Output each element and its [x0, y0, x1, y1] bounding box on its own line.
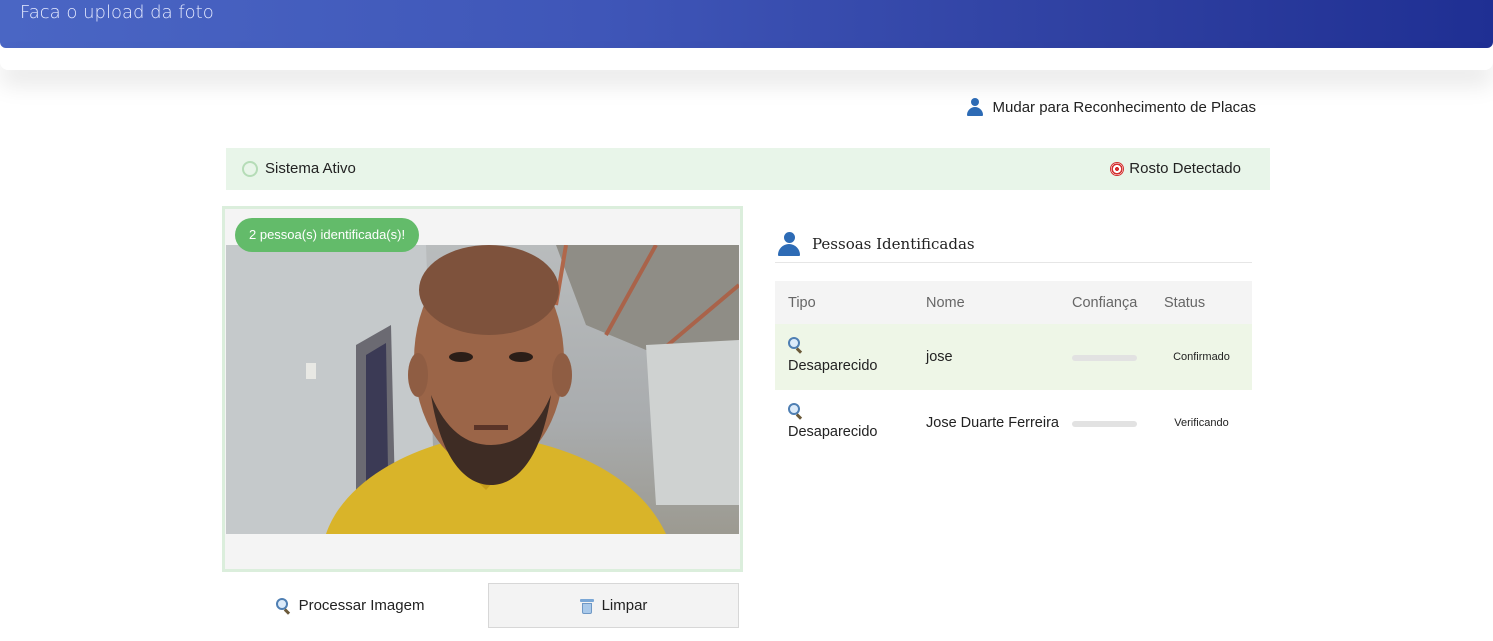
search-icon: [275, 598, 291, 615]
person-icon: [966, 98, 984, 116]
confidence-bar: [1072, 355, 1137, 361]
process-image-button[interactable]: Processar Imagem: [226, 584, 474, 627]
detection-status-label: Rosto Detectado: [1129, 160, 1241, 177]
system-status-bar: Sistema Ativo Rosto Detectado: [226, 148, 1270, 190]
column-header-tipo: Tipo: [775, 281, 913, 324]
switch-link-label: Mudar para Reconhecimento de Placas: [992, 98, 1256, 116]
results-header: Pessoas Identificadas: [775, 225, 1252, 263]
tipo-cell: Desaparecido: [775, 390, 913, 456]
photo-illustration: [226, 245, 739, 534]
table-header-row: Tipo Nome Confiança Status: [775, 281, 1252, 324]
identified-count-badge: 2 pessoa(s) identificada(s)!: [235, 218, 420, 252]
status-cell: Confirmado: [1173, 351, 1230, 363]
clear-label: Limpar: [601, 597, 648, 614]
uploaded-photo: [226, 245, 739, 534]
column-header-confianca: Confiança: [1059, 281, 1151, 324]
column-header-nome: Nome: [913, 281, 1059, 324]
target-icon: [1110, 161, 1125, 176]
confidence-bar: [1072, 421, 1137, 427]
identified-people-table: Tipo Nome Confiança Status Desaparecido …: [775, 281, 1252, 456]
top-header-bar: Faca o upload da foto: [0, 0, 1493, 48]
table-row[interactable]: Desaparecido jose Confirmado: [775, 324, 1252, 390]
results-title: Pessoas Identificadas: [812, 234, 975, 253]
search-icon: [788, 403, 913, 421]
process-image-label: Processar Imagem: [298, 597, 425, 614]
trash-icon: [579, 598, 594, 614]
page-title: Faca o upload da foto: [20, 2, 214, 23]
header-shadow-panel: [0, 48, 1493, 70]
tipo-cell: Desaparecido: [775, 324, 913, 390]
face-detected-indicator: Rosto Detectado: [1110, 160, 1241, 177]
column-header-status: Status: [1151, 281, 1252, 324]
confidence-cell: [1059, 390, 1151, 456]
switch-to-plate-recognition-link[interactable]: Mudar para Reconhecimento de Placas: [966, 98, 1256, 116]
system-active-indicator: Sistema Ativo: [242, 160, 356, 177]
confidence-cell: [1059, 324, 1151, 390]
table-row[interactable]: Desaparecido Jose Duarte Ferreira Verifi…: [775, 390, 1252, 456]
clear-button[interactable]: Limpar: [488, 583, 739, 628]
status-cell: Verificando: [1174, 417, 1229, 429]
system-status-label: Sistema Ativo: [265, 160, 356, 177]
search-icon: [788, 337, 913, 355]
image-preview-panel: 2 pessoa(s) identificada(s)!: [222, 206, 743, 572]
status-ring-icon: [242, 160, 258, 177]
nome-cell: Jose Duarte Ferreira: [926, 415, 1059, 431]
tipo-label: Desaparecido: [788, 424, 878, 440]
tipo-label: Desaparecido: [788, 358, 878, 374]
nome-cell: jose: [926, 349, 953, 365]
person-icon: [777, 231, 801, 256]
